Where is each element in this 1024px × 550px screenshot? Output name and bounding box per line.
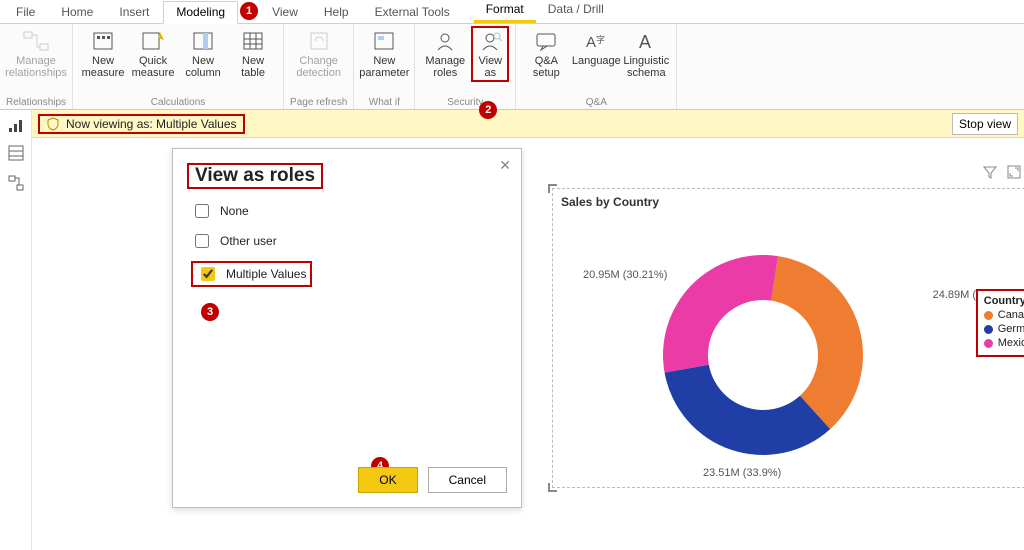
quick-measure-button[interactable]: Quick measure bbox=[129, 26, 177, 82]
chart-visual[interactable]: ··· Sales by Country 24.89M (35.89%) 23.… bbox=[552, 188, 1024, 488]
roles-icon bbox=[430, 28, 460, 54]
role-option-none[interactable]: None bbox=[191, 201, 503, 221]
measure-icon bbox=[88, 28, 118, 54]
viewing-as-bar: Now viewing as: Multiple Values Stop vie… bbox=[32, 110, 1024, 138]
legend-swatch bbox=[984, 339, 993, 348]
svg-text:A: A bbox=[639, 32, 651, 52]
stop-viewing-button[interactable]: Stop view bbox=[952, 113, 1018, 135]
language-icon: A字 bbox=[581, 28, 611, 54]
tab-home[interactable]: Home bbox=[49, 2, 105, 23]
report-view-icon[interactable] bbox=[5, 114, 27, 136]
shield-icon bbox=[46, 117, 60, 131]
change-detection-icon bbox=[304, 28, 334, 54]
group-page-refresh: Page refresh bbox=[290, 96, 347, 108]
group-relationships: Relationships bbox=[6, 96, 66, 108]
tab-help[interactable]: Help bbox=[312, 2, 361, 23]
tab-strip: File Home Insert Modeling 1 View Help Ex… bbox=[0, 0, 1024, 24]
view-switcher bbox=[0, 110, 32, 138]
group-qa: Q&A bbox=[586, 96, 607, 108]
dialog-title: View as roles bbox=[187, 163, 323, 189]
filter-icon[interactable] bbox=[983, 165, 997, 179]
language-button[interactable]: A字Language bbox=[572, 26, 620, 82]
close-icon[interactable]: ✕ bbox=[499, 157, 511, 174]
tab-file[interactable]: File bbox=[4, 2, 47, 23]
new-column-button[interactable]: New column bbox=[179, 26, 227, 82]
legend: Country Canada Germany Mexico bbox=[976, 289, 1024, 357]
view-as-roles-dialog: ✕ View as roles None Other user Multiple… bbox=[172, 148, 522, 508]
manage-roles-button[interactable]: Manage roles bbox=[421, 26, 469, 82]
report-canvas[interactable]: ✕ View as roles None Other user Multiple… bbox=[32, 138, 1024, 550]
cancel-button[interactable]: Cancel bbox=[428, 467, 507, 493]
focus-mode-icon[interactable] bbox=[1007, 165, 1021, 179]
chart-title: Sales by Country bbox=[553, 189, 1024, 209]
parameter-icon bbox=[369, 28, 399, 54]
tab-modeling[interactable]: Modeling bbox=[163, 1, 238, 24]
donut-chart bbox=[613, 215, 893, 475]
view-as-button[interactable]: View as bbox=[471, 26, 509, 82]
qa-icon bbox=[531, 28, 561, 54]
data-label-mexico: 20.95M (30.21%) bbox=[583, 269, 667, 281]
data-view-icon[interactable] bbox=[5, 142, 27, 164]
callout-1: 1 bbox=[240, 2, 258, 20]
tab-data-drill[interactable]: Data / Drill bbox=[536, 0, 616, 23]
callout-3: 3 bbox=[201, 303, 219, 321]
ribbon: Manage relationships Relationships New m… bbox=[0, 24, 1024, 110]
ok-button[interactable]: OK bbox=[358, 467, 417, 493]
manage-relationships-label: Manage relationships bbox=[5, 56, 67, 80]
change-detection-button[interactable]: Change detection bbox=[295, 26, 343, 82]
linguistic-icon: A bbox=[631, 28, 661, 54]
new-column-icon bbox=[188, 28, 218, 54]
tab-format[interactable]: Format bbox=[474, 0, 536, 23]
visual-header: ··· bbox=[983, 165, 1024, 179]
qa-setup-button[interactable]: Q&A setup bbox=[522, 26, 570, 82]
viewing-as-text: Now viewing as: Multiple Values bbox=[66, 117, 237, 131]
legend-title: Country bbox=[984, 295, 1024, 307]
role-option-multiple-values[interactable]: Multiple Values bbox=[191, 261, 312, 287]
tab-view[interactable]: View bbox=[260, 2, 310, 23]
quick-measure-icon bbox=[138, 28, 168, 54]
view-as-icon bbox=[475, 28, 505, 54]
model-view-icon[interactable] bbox=[5, 172, 27, 194]
data-label-germany: 23.51M (33.9%) bbox=[703, 467, 781, 479]
svg-text:A: A bbox=[586, 34, 596, 51]
legend-item-germany[interactable]: Germany bbox=[984, 323, 1024, 335]
relationships-icon bbox=[21, 28, 51, 54]
new-measure-button[interactable]: New measure bbox=[79, 26, 127, 82]
legend-item-mexico[interactable]: Mexico bbox=[984, 337, 1024, 349]
group-security: Security bbox=[447, 96, 483, 108]
svg-text:字: 字 bbox=[596, 34, 605, 45]
group-calculations: Calculations bbox=[151, 96, 205, 108]
new-table-icon bbox=[238, 28, 268, 54]
new-table-button[interactable]: New table bbox=[229, 26, 277, 82]
manage-relationships-button[interactable]: Manage relationships bbox=[12, 26, 60, 82]
role-option-other-user[interactable]: Other user bbox=[191, 231, 503, 251]
tab-insert[interactable]: Insert bbox=[107, 2, 161, 23]
legend-item-canada[interactable]: Canada bbox=[984, 309, 1024, 321]
legend-swatch bbox=[984, 311, 993, 320]
linguistic-schema-button[interactable]: ALinguistic schema bbox=[622, 26, 670, 82]
tab-external-tools[interactable]: External Tools bbox=[363, 2, 462, 23]
new-parameter-button[interactable]: New parameter bbox=[360, 26, 408, 82]
group-whatif: What if bbox=[369, 96, 400, 108]
legend-swatch bbox=[984, 325, 993, 334]
